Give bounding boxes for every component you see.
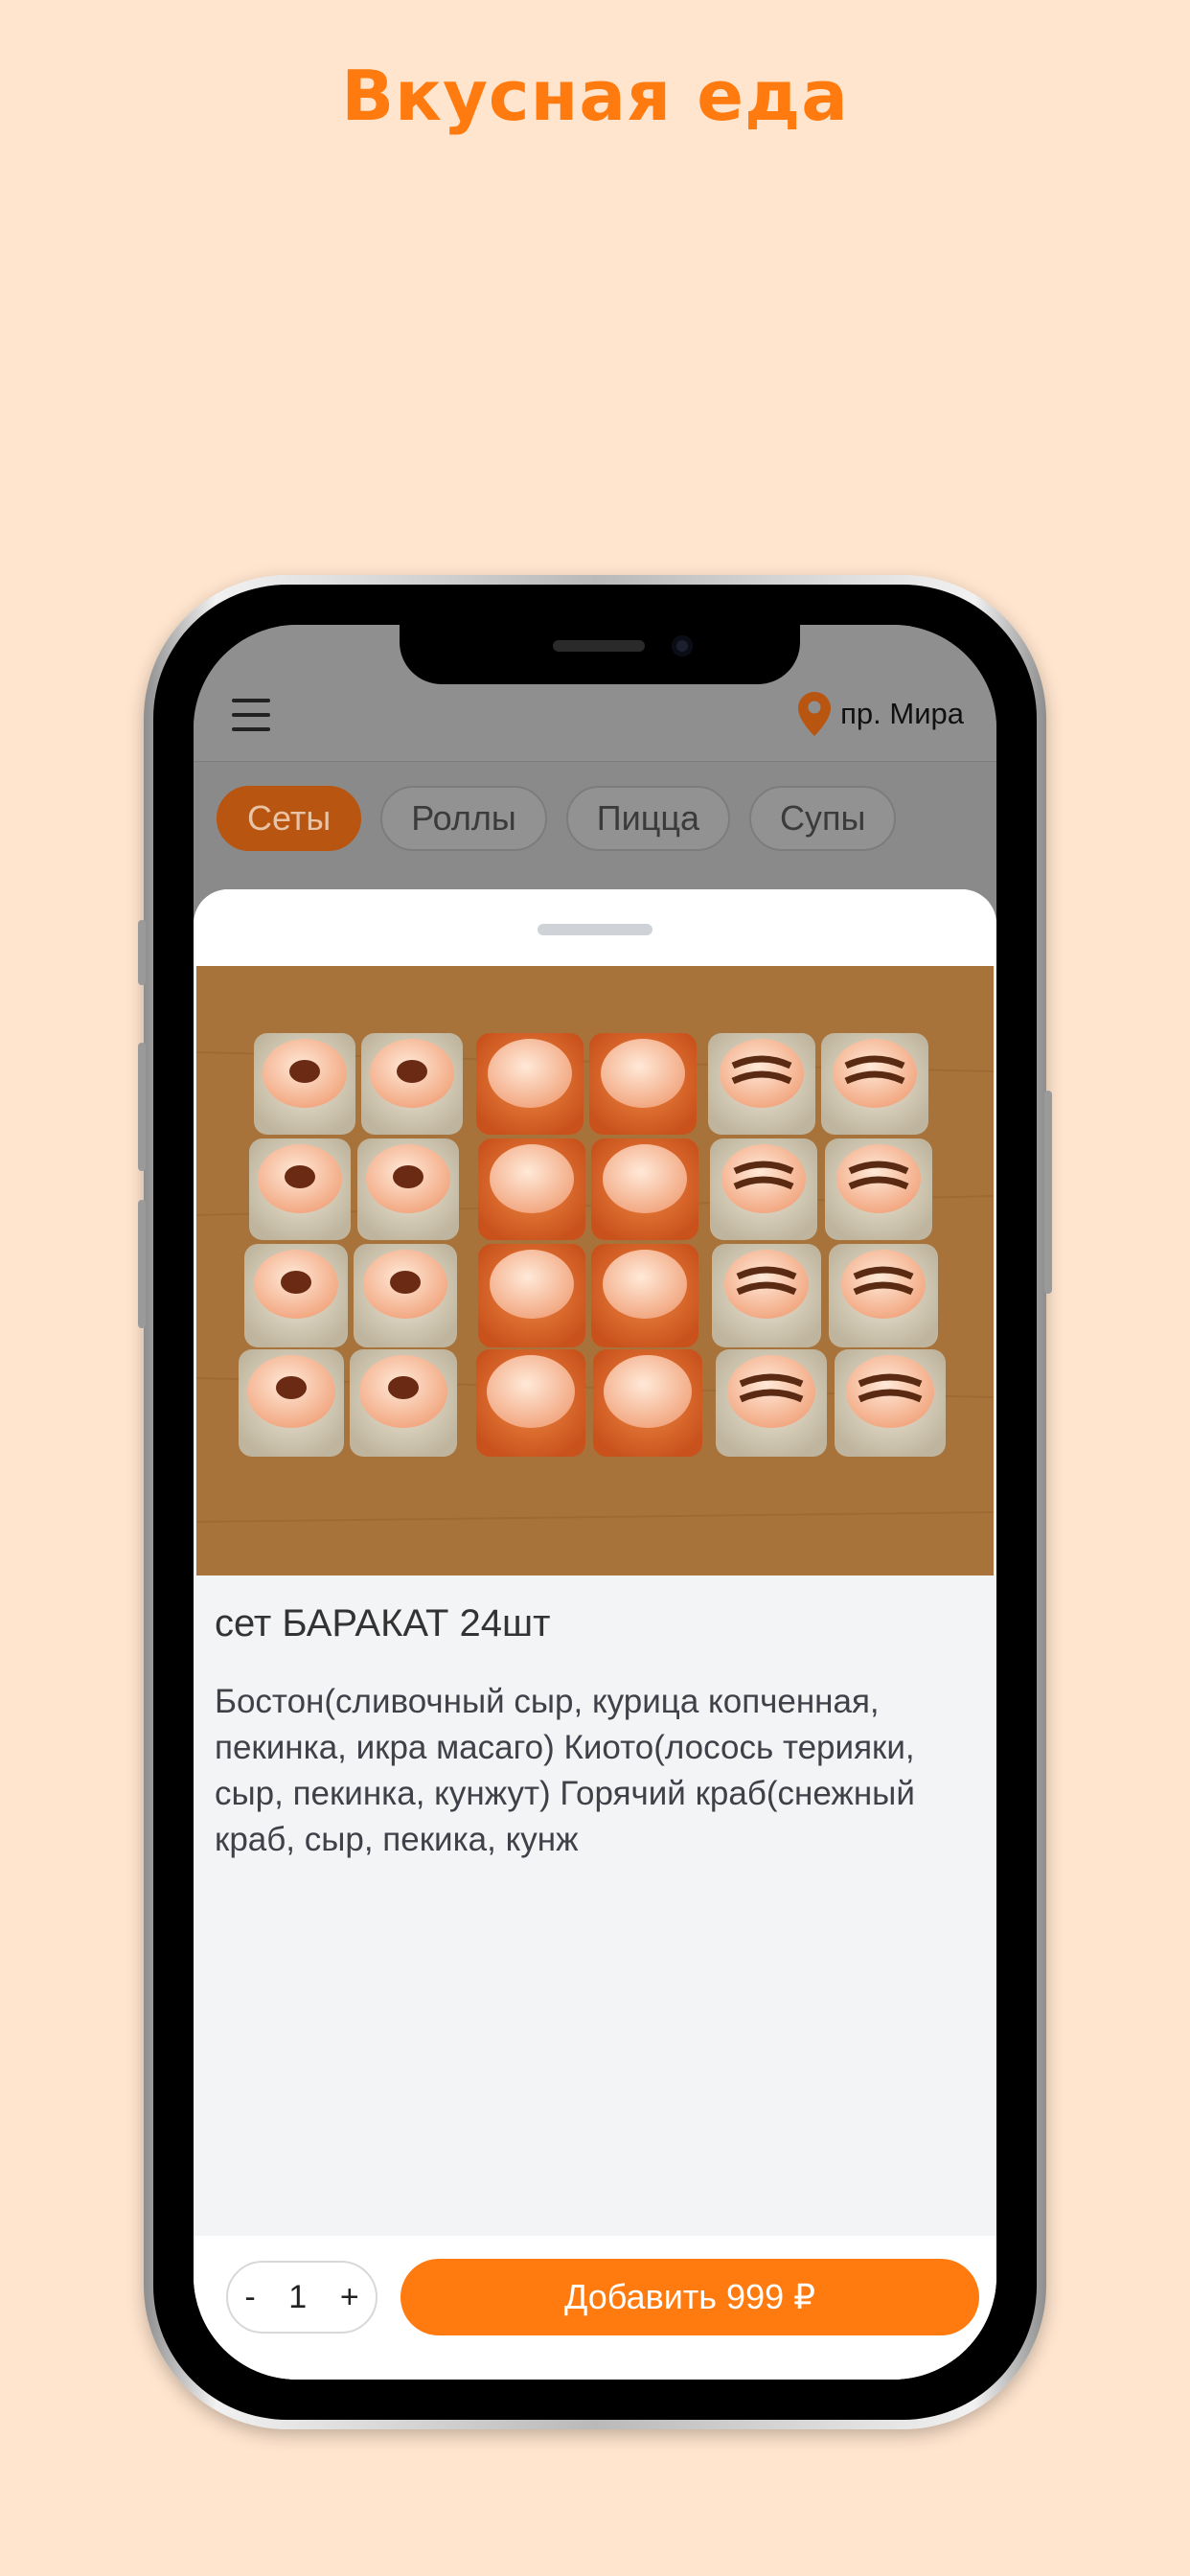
product-description: Бостон(сливочный сыр, курица копченная, … xyxy=(215,1683,915,1858)
tab-soups[interactable]: Супы xyxy=(748,786,897,851)
category-tabs: Сеты Роллы Пицца Супы xyxy=(217,786,897,851)
decrease-quantity-button[interactable]: - xyxy=(244,2279,255,2316)
tab-rolls[interactable]: Роллы xyxy=(380,786,547,851)
front-camera xyxy=(672,635,693,656)
sushi-set-illustration xyxy=(195,966,995,1576)
promo-headline: Вкусная еда xyxy=(341,56,849,136)
phone-volume-up xyxy=(138,1043,146,1171)
product-title: сет БАРАКАТ 24шт xyxy=(215,1602,551,1644)
phone-volume-down xyxy=(138,1200,146,1328)
phone-notch xyxy=(400,625,800,684)
sheet-header xyxy=(194,889,996,966)
location-selector[interactable]: пр. Мира xyxy=(798,690,964,738)
location-label: пр. Мира xyxy=(840,697,964,730)
tab-pizza[interactable]: Пицца xyxy=(565,786,730,851)
speaker-grille xyxy=(553,640,645,652)
phone-frame: пр. Мира Сеты Роллы Пицца Супы сет БАРАК… xyxy=(138,575,1052,2429)
hamburger-menu-icon[interactable] xyxy=(232,699,270,731)
phone-mute-switch xyxy=(138,920,146,985)
quantity-value: 1 xyxy=(288,2278,308,2315)
add-to-cart-button[interactable]: Добавить 999 ₽ xyxy=(400,2259,979,2335)
sheet-drag-handle[interactable] xyxy=(538,924,652,935)
tab-sets[interactable]: Сеты xyxy=(217,786,362,851)
phone-bezel: пр. Мира Сеты Роллы Пицца Супы сет БАРАК… xyxy=(153,585,1037,2420)
add-to-cart-bar: - 1 + Добавить 999 ₽ xyxy=(194,2236,996,2380)
increase-quantity-button[interactable]: + xyxy=(340,2279,359,2316)
quantity-stepper: - 1 + xyxy=(226,2261,378,2334)
product-photo xyxy=(195,966,995,1576)
product-bottom-sheet: сет БАРАКАТ 24шт Бостон(сливочный сыр, к… xyxy=(194,889,996,2380)
phone-power-button xyxy=(1044,1091,1052,1294)
phone-screen: пр. Мира Сеты Роллы Пицца Супы сет БАРАК… xyxy=(194,625,996,2380)
map-pin-icon xyxy=(798,692,832,736)
